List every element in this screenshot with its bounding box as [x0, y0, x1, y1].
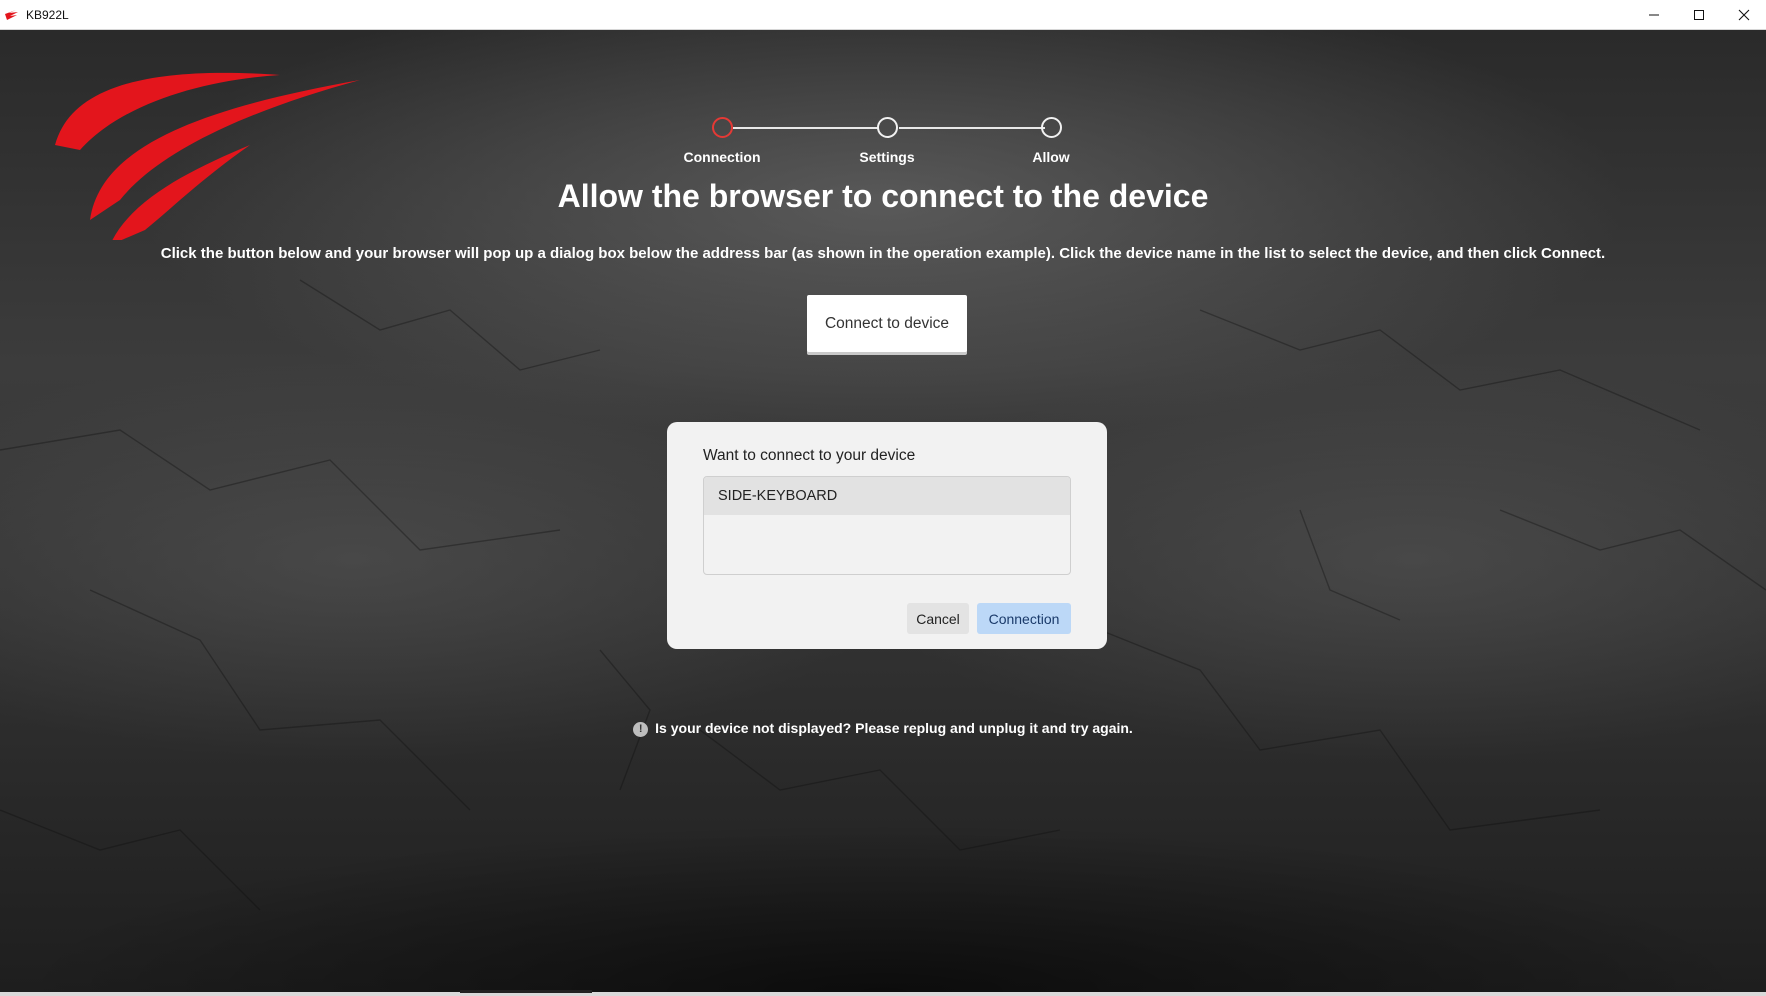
- device-hint: ! Is your device not displayed? Please re…: [0, 720, 1766, 737]
- maximize-icon: [1693, 10, 1704, 20]
- step-dot-connection: [712, 117, 733, 138]
- close-icon: [1738, 9, 1749, 21]
- device-picker-dialog: Want to connect to your device SIDE-KEYB…: [667, 422, 1107, 649]
- page-title: Allow the browser to connect to the devi…: [557, 178, 1209, 214]
- window-titlebar: KB922L: [0, 0, 1766, 30]
- minimize-button[interactable]: [1631, 0, 1676, 30]
- step-label-connection: Connection: [683, 149, 761, 165]
- bottom-taskbar-edge: [0, 992, 1766, 996]
- progress-stepper: Connection Settings Allow: [0, 75, 1766, 165]
- main-content: Connection Settings Allow Allow the brow…: [0, 30, 1766, 992]
- step-label-settings: Settings: [859, 149, 915, 165]
- window-title: KB922L: [26, 7, 69, 22]
- instructions-text: Click the button below and your browser …: [160, 245, 1606, 262]
- device-list-item[interactable]: SIDE-KEYBOARD: [704, 477, 1070, 515]
- window-controls: [1631, 0, 1766, 30]
- maximize-button[interactable]: [1676, 0, 1721, 30]
- step-dot-settings: [877, 117, 898, 138]
- step-dot-allow: [1041, 117, 1062, 138]
- hint-text: Is your device not displayed? Please rep…: [655, 720, 1133, 736]
- dialog-title: Want to connect to your device: [703, 447, 916, 464]
- cancel-button[interactable]: Cancel: [907, 603, 969, 634]
- connect-to-device-button[interactable]: Connect to device: [807, 295, 967, 352]
- step-connector: [733, 127, 879, 129]
- taskbar-active-indicator: [460, 990, 592, 993]
- info-icon: !: [633, 722, 649, 737]
- step-connector: [899, 127, 1045, 129]
- app-logo-icon: [5, 9, 18, 20]
- connection-button[interactable]: Connection: [977, 603, 1071, 634]
- step-label-allow: Allow: [1032, 149, 1070, 165]
- close-button[interactable]: [1721, 0, 1766, 30]
- minimize-icon: [1648, 14, 1659, 16]
- device-list[interactable]: SIDE-KEYBOARD: [703, 476, 1071, 575]
